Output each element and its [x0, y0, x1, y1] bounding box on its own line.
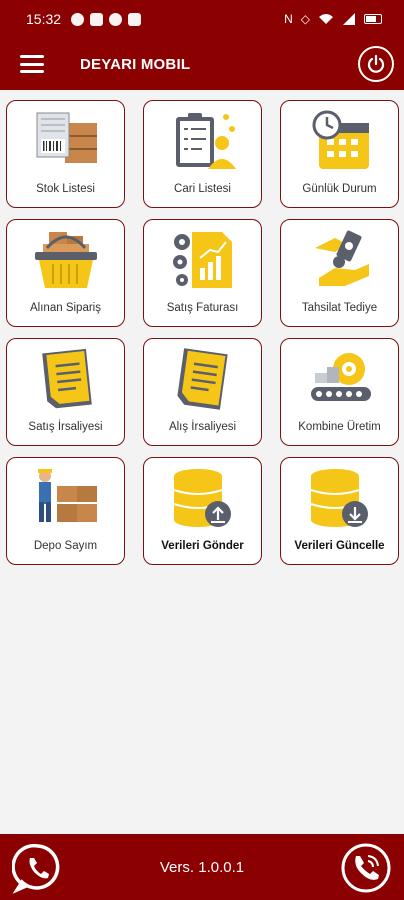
tile-label: Stok Listesi: [36, 183, 95, 195]
message-icon: [90, 12, 104, 26]
tile-label: Alış İrsaliyesi: [168, 421, 237, 433]
sales-waybill-icon: [24, 345, 108, 413]
production-icon: [298, 345, 382, 413]
menu-icon: [20, 55, 44, 58]
tile-combined-production[interactable]: Kombine Üretim: [280, 338, 399, 446]
menu-button[interactable]: [20, 55, 44, 73]
tile-stock-list[interactable]: Stok Listesi: [6, 100, 125, 208]
tile-label: Alınan Sipariş: [30, 302, 101, 314]
warehouse-count-icon: [24, 464, 108, 532]
power-icon: [367, 54, 385, 73]
tile-label: Kombine Üretim: [298, 421, 381, 433]
signal-icon: [343, 13, 355, 25]
tile-label: Verileri Gönder: [161, 540, 244, 552]
tile-label: Cari Listesi: [174, 183, 231, 195]
tile-received-order[interactable]: Alınan Sipariş: [6, 219, 125, 327]
tile-label: Satış Faturası: [166, 302, 239, 314]
whatsapp-icon: [11, 843, 60, 894]
status-time: 15:32: [26, 11, 62, 27]
wifi-icon: [319, 14, 333, 24]
tile-label: Verileri Güncelle: [294, 540, 385, 552]
phone-call-icon: [341, 843, 391, 893]
nfc-icon: N: [284, 12, 293, 26]
system-icons: N ◇: [284, 12, 382, 26]
order-basket-icon: [24, 226, 108, 294]
call-button[interactable]: [340, 842, 392, 894]
sales-invoice-icon: [161, 226, 245, 294]
daily-status-icon: [298, 107, 382, 175]
tile-send-data[interactable]: Verileri Gönder: [143, 457, 262, 565]
payment-icon: [298, 226, 382, 294]
app-title: DEYARI MOBIL: [80, 55, 191, 73]
notification-icons: [71, 12, 142, 26]
tile-label: Günlük Durum: [302, 183, 377, 195]
tile-label: Depo Sayım: [33, 540, 98, 552]
download-icon: [128, 12, 142, 26]
tile-purchase-waybill[interactable]: Alış İrsaliyesi: [143, 338, 262, 446]
purchase-waybill-icon: [161, 345, 245, 413]
menu-grid: Stok Listesi Cari Listesi Günlük Durum A…: [6, 100, 400, 565]
tile-update-data[interactable]: Verileri Güncelle: [280, 457, 399, 565]
bottom-bar: Vers. 1.0.0.1: [0, 834, 404, 900]
tiktok-icon: [71, 12, 85, 26]
whatsapp-button[interactable]: [11, 842, 64, 894]
tile-sales-invoice[interactable]: Satış Faturası: [143, 219, 262, 327]
version-text: Vers. 1.0.0.1: [159, 858, 245, 876]
tile-customer-list[interactable]: Cari Listesi: [143, 100, 262, 208]
tile-payment[interactable]: Tahsilat Tediye: [280, 219, 399, 327]
status-bar: 15:32 N ◇: [0, 0, 404, 38]
logout-button[interactable]: [358, 46, 394, 82]
vibrate-icon: ◇: [300, 12, 310, 26]
tile-label: Tahsilat Tediye: [301, 302, 378, 314]
tile-warehouse-count[interactable]: Depo Sayım: [6, 457, 125, 565]
app-bar: DEYARI MOBIL: [0, 38, 404, 90]
customer-list-icon: [161, 107, 245, 175]
stock-list-icon: [24, 107, 108, 175]
tile-label: Satış İrsaliyesi: [28, 421, 103, 433]
database-upload-icon: [161, 464, 245, 532]
tile-daily-status[interactable]: Günlük Durum: [280, 100, 399, 208]
tile-sales-waybill[interactable]: Satış İrsaliyesi: [6, 338, 125, 446]
app-icon: [109, 12, 123, 26]
database-download-icon: [298, 464, 382, 532]
battery-icon: [364, 14, 382, 24]
